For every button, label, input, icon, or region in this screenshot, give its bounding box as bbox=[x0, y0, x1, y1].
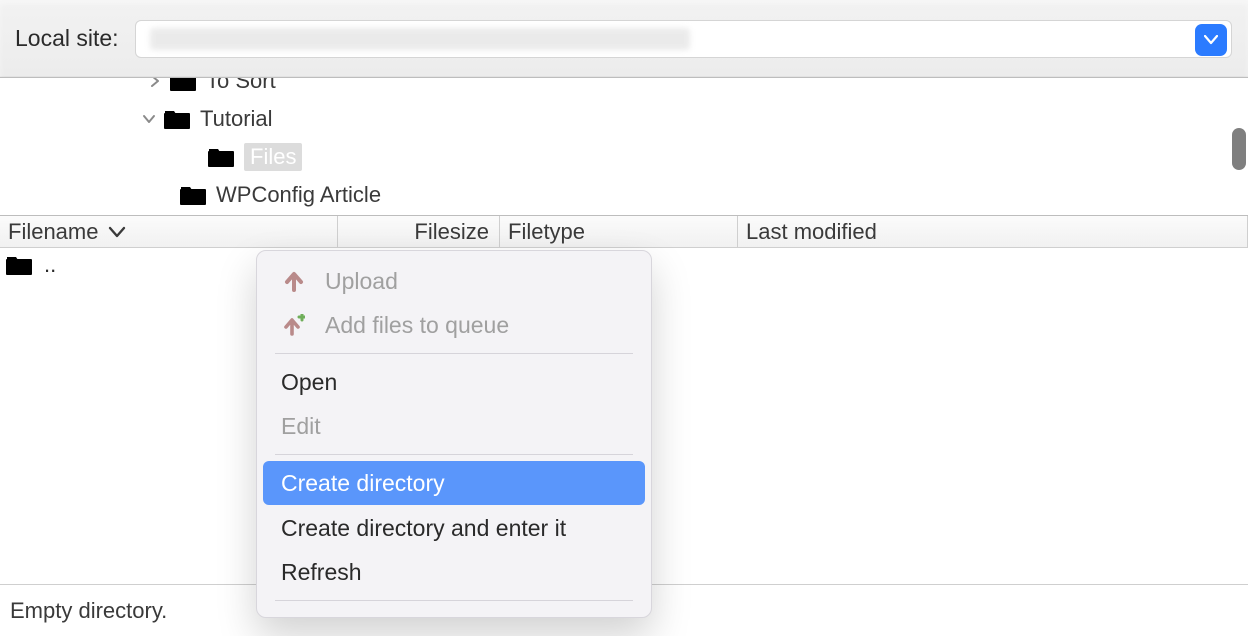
menu-refresh[interactable]: Refresh bbox=[257, 550, 651, 594]
menu-edit: Edit bbox=[257, 404, 651, 448]
local-site-bar: Local site: bbox=[0, 0, 1248, 78]
tree-item-label: To Sort bbox=[206, 78, 276, 94]
list-item-label: .. bbox=[44, 252, 56, 278]
menu-open[interactable]: Open bbox=[257, 360, 651, 404]
add-queue-icon bbox=[281, 314, 307, 336]
local-site-label: Local site: bbox=[15, 25, 119, 52]
tree-item-label: Files bbox=[244, 143, 302, 171]
menu-label: Refresh bbox=[281, 559, 362, 586]
menu-add-queue: Add files to queue bbox=[257, 303, 651, 347]
menu-label: Add files to queue bbox=[325, 312, 509, 339]
tree-item-label: Tutorial bbox=[200, 106, 273, 132]
folder-icon bbox=[180, 184, 206, 206]
menu-separator bbox=[275, 454, 633, 455]
menu-label: Open bbox=[281, 369, 337, 396]
menu-create-directory-enter[interactable]: Create directory and enter it bbox=[257, 506, 651, 550]
chevron-down-icon[interactable] bbox=[140, 113, 158, 125]
menu-upload: Upload bbox=[257, 259, 651, 303]
local-path-input[interactable] bbox=[135, 20, 1232, 58]
menu-label: Create directory bbox=[281, 470, 445, 497]
tree-item[interactable]: Tutorial bbox=[0, 100, 1248, 138]
tree-item-label: WPConfig Article bbox=[216, 182, 381, 208]
file-list-header: Filename Filesize Filetype Last modified bbox=[0, 216, 1248, 248]
menu-label: Edit bbox=[281, 413, 321, 440]
sort-descending-icon bbox=[108, 226, 126, 238]
tree-scrollbar[interactable] bbox=[1232, 128, 1246, 170]
column-label: Filetype bbox=[508, 219, 585, 245]
folder-icon bbox=[208, 146, 234, 168]
tree-item-selected[interactable]: Files bbox=[0, 138, 1248, 176]
menu-label: Upload bbox=[325, 268, 398, 295]
column-filetype[interactable]: Filetype bbox=[500, 216, 738, 247]
folder-icon bbox=[170, 78, 196, 92]
column-last-modified[interactable]: Last modified bbox=[738, 216, 1248, 247]
upload-icon bbox=[281, 270, 307, 292]
tree-item[interactable]: WPConfig Article bbox=[0, 176, 1248, 214]
column-label: Filename bbox=[8, 219, 98, 245]
menu-label: Create directory and enter it bbox=[281, 515, 566, 542]
chevron-right-icon[interactable] bbox=[146, 78, 164, 87]
menu-create-directory[interactable]: Create directory bbox=[263, 461, 645, 505]
column-filename[interactable]: Filename bbox=[0, 216, 338, 247]
menu-separator bbox=[275, 600, 633, 601]
column-filesize[interactable]: Filesize bbox=[338, 216, 500, 247]
context-menu: Upload Add files to queue Open Edit Crea… bbox=[256, 250, 652, 618]
column-label: Filesize bbox=[414, 219, 489, 245]
column-label: Last modified bbox=[746, 219, 877, 245]
folder-icon bbox=[164, 108, 190, 130]
tree-item[interactable]: To Sort bbox=[0, 78, 1248, 100]
path-dropdown-button[interactable] bbox=[1195, 24, 1227, 56]
menu-separator bbox=[275, 353, 633, 354]
folder-icon bbox=[6, 254, 32, 276]
status-text: Empty directory. bbox=[10, 598, 167, 624]
directory-tree[interactable]: To Sort Tutorial Files WPConfig Article bbox=[0, 78, 1248, 216]
local-path-blurred bbox=[150, 28, 690, 50]
